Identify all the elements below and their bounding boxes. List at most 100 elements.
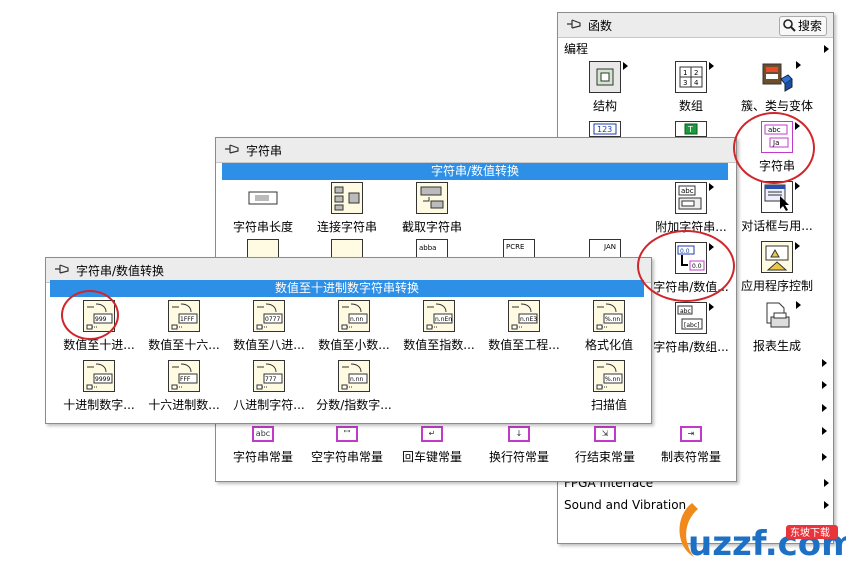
fract-exp-string-to-number-icon: n.nn <box>338 360 370 392</box>
end-of-line-constant[interactable]: ⇲ 行结束常量 <box>564 426 646 466</box>
chevron-right-icon[interactable] <box>822 359 827 367</box>
svg-text:abc: abc <box>680 308 691 315</box>
chevron-right-icon <box>824 479 829 487</box>
chevron-right-icon[interactable] <box>822 453 827 461</box>
palette-item-structures[interactable]: 结构 <box>564 61 646 121</box>
conversion-palette: 字符串/数值转换 数值至十进制数字符串转换 999 数值至十进... 1FFF 数值至… <box>45 257 652 424</box>
palette-item-number-to-hex-string[interactable]: 1FFF 数值至十六... <box>143 300 225 360</box>
svg-text:777: 777 <box>265 376 277 383</box>
svg-text:%.nn: %.nn <box>605 376 620 383</box>
pin-icon[interactable] <box>224 143 240 156</box>
svg-text:1: 1 <box>683 69 687 77</box>
string-array-conversion-icon: abc [abc] <box>675 302 714 334</box>
palette-item-partial-2[interactable] <box>306 239 388 259</box>
octal-string-to-number-icon: 777 <box>253 360 285 392</box>
watermark-logo: uzzf.com 东坡下载 <box>668 495 850 575</box>
palette-item-hex-string-to-number[interactable]: FFF 十六进制数... <box>143 360 225 420</box>
append-string-icon: abc <box>675 182 714 214</box>
numeric-icon: 123 <box>589 121 621 137</box>
palette-item-array[interactable]: 1234 数组 <box>650 61 732 121</box>
palette-item-number-to-exponential-string[interactable]: n.nEn 数值至指数... <box>398 300 480 360</box>
svg-text:abc: abc <box>681 187 694 195</box>
palette-title: 函数 <box>588 19 613 33</box>
functions-titlebar: 函数 搜索 <box>558 13 833 38</box>
number-to-exponential-string-icon: n.nEn <box>423 300 455 332</box>
palette-item-number-to-fractional-string[interactable]: n.nn 数值至小数... <box>313 300 395 360</box>
palette-item-scan-value[interactable]: %.nn 扫描值 <box>568 360 650 420</box>
format-value-icon: %.nn <box>593 300 625 332</box>
svg-text:PCRE: PCRE <box>506 243 524 251</box>
palette-item-string-subset[interactable]: 截取字符串 <box>391 182 473 242</box>
section-header: 字符串/数值转换 <box>222 163 728 180</box>
svg-text:0777: 0777 <box>265 316 280 323</box>
report-generation-icon <box>761 301 801 333</box>
array-icon: 1234 <box>675 61 714 93</box>
svg-text:abba: abba <box>419 244 436 252</box>
svg-text:n.nn: n.nn <box>350 316 364 323</box>
palette-item-number-to-octal-string[interactable]: 0777 数值至八进... <box>228 300 310 360</box>
string-constant[interactable]: abc 字符串常量 <box>222 426 304 466</box>
pin-icon[interactable] <box>566 18 582 31</box>
palette-item-format-value[interactable]: %.nn 格式化值 <box>568 300 650 360</box>
search-button[interactable]: 搜索 <box>779 16 827 36</box>
cluster-class-variant-icon <box>761 61 801 93</box>
decimal-string-to-number-icon: 9999 <box>83 360 115 392</box>
svg-text:123: 123 <box>597 125 612 134</box>
palette-item-string-array-conversion[interactable]: abc [abc] 字符串/数组... <box>650 302 732 362</box>
svg-text:T: T <box>687 125 693 134</box>
svg-text:%.nn: %.nn <box>605 316 620 323</box>
palette-item-dialog[interactable]: 对话框与用... <box>736 181 818 241</box>
svg-text:n.nE3: n.nE3 <box>520 316 537 323</box>
palette-item-string-length[interactable]: 字符串长度 <box>222 182 304 242</box>
palette-item-fract-exp-string-to-number[interactable]: n.nn 分数/指数字... <box>313 360 395 420</box>
svg-text:2: 2 <box>694 69 698 77</box>
string-length-icon <box>247 182 279 214</box>
palette-title: 字符串/数值转换 <box>76 264 165 278</box>
palette-item-concatenate[interactable]: 连接字符串 <box>306 182 388 242</box>
palette-item-partial-3[interactable]: abba <box>391 239 473 259</box>
highlight-circle-string <box>733 112 815 184</box>
palette-item-report[interactable]: 报表生成 <box>736 301 818 361</box>
palette-item-octal-string-to-number[interactable]: 777 八进制字符... <box>228 360 310 420</box>
palette-item-number-to-engineering-string[interactable]: n.nE3 数值至工程... <box>483 300 565 360</box>
line-feed-constant[interactable]: ↓ 换行符常量 <box>478 426 560 466</box>
number-to-engineering-string-icon: n.nE3 <box>508 300 540 332</box>
chevron-right-icon[interactable] <box>822 381 827 389</box>
palette-item-decimal-string-to-number[interactable]: 9999 十进制数字... <box>58 360 140 420</box>
svg-text:JAN: JAN <box>603 243 616 251</box>
chevron-right-icon <box>824 45 829 53</box>
svg-text:1FFF: 1FFF <box>180 316 195 323</box>
search-label: 搜索 <box>798 19 823 33</box>
svg-text:4: 4 <box>694 79 699 87</box>
palette-item-partial-5[interactable]: JAN <box>564 239 646 259</box>
category-programming[interactable]: 编程 <box>558 39 833 59</box>
dialog-user-interface-icon <box>761 181 800 213</box>
section-header: 数值至十进制数字符串转换 <box>50 280 644 297</box>
palette-item-partial-4[interactable]: PCRE <box>478 239 560 259</box>
svg-text:9999: 9999 <box>95 376 110 383</box>
string-subset-icon <box>416 182 448 214</box>
scan-value-icon: %.nn <box>593 360 625 392</box>
chevron-right-icon[interactable] <box>822 427 827 435</box>
empty-string-constant[interactable]: "" 空字符串常量 <box>306 426 388 466</box>
number-to-hex-string-icon: 1FFF <box>168 300 200 332</box>
svg-text:3: 3 <box>683 79 687 87</box>
string-titlebar: 字符串 <box>216 138 736 163</box>
number-to-octal-string-icon: 0777 <box>253 300 285 332</box>
watermark-subtext: 东坡下载 <box>790 526 830 539</box>
hex-string-to-number-icon: FFF <box>168 360 200 392</box>
carriage-return-constant[interactable]: ↵ 回车键常量 <box>391 426 473 466</box>
highlight-circle-string-number <box>637 230 735 302</box>
highlight-circle-number-to-decimal <box>61 290 119 340</box>
palette-item-app-control[interactable]: 应用程序控制 <box>736 241 818 301</box>
boolean-icon: T <box>675 121 707 137</box>
search-icon <box>783 19 796 32</box>
tab-constant[interactable]: ⇥ 制表符常量 <box>650 426 732 466</box>
palette-item-partial-1[interactable] <box>222 239 304 259</box>
pin-icon[interactable] <box>54 263 70 276</box>
svg-text:[abc]: [abc] <box>684 322 699 329</box>
structures-icon <box>589 61 628 93</box>
svg-text:n.nn: n.nn <box>350 376 364 383</box>
svg-text:FFF: FFF <box>180 376 191 383</box>
chevron-right-icon[interactable] <box>822 404 827 412</box>
